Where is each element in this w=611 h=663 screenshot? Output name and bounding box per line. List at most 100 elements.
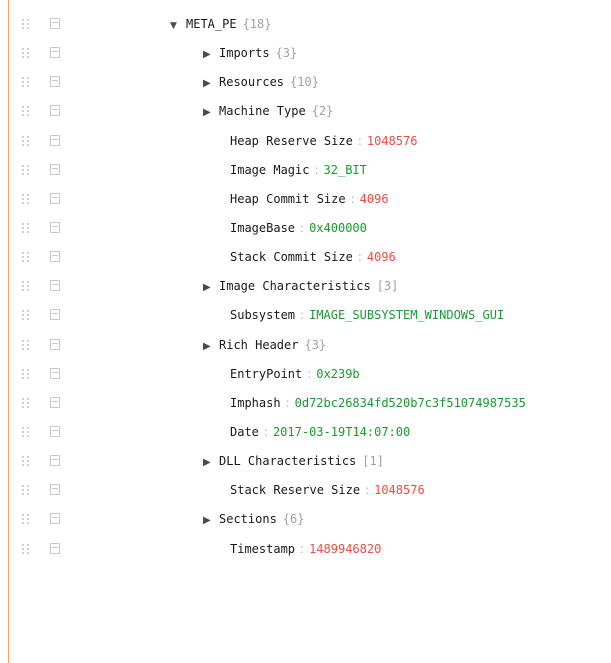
tree-row: EntryPoint:0x239b bbox=[0, 360, 611, 389]
key-value-separator: : bbox=[307, 366, 312, 381]
node-value-string[interactable]: 0x400000 bbox=[309, 221, 367, 235]
drag-handle-icon[interactable] bbox=[22, 222, 32, 234]
drag-handle-icon[interactable] bbox=[22, 543, 32, 555]
node-count: [3] bbox=[376, 279, 399, 294]
tree-node-leaf: ImageBase:0x400000 bbox=[230, 214, 367, 243]
tree-node-branch: ▶ Machine Type {2} bbox=[203, 97, 333, 126]
context-menu-icon[interactable] bbox=[50, 309, 60, 321]
drag-handle-icon[interactable] bbox=[22, 281, 32, 292]
triangle-right-icon[interactable]: ▶ bbox=[203, 98, 219, 127]
drag-handle-icon[interactable] bbox=[22, 339, 32, 351]
drag-handle-icon[interactable] bbox=[22, 252, 32, 263]
context-menu-icon[interactable] bbox=[50, 425, 60, 437]
drag-handle-icon[interactable] bbox=[22, 135, 32, 147]
tree-node-branch: ▶ Imports {3} bbox=[203, 39, 297, 68]
key-value-separator: : bbox=[365, 483, 370, 498]
tree-node-leaf: Date:2017-03-19T14:07:00 bbox=[230, 418, 410, 447]
json-tree-view: ▼ META_PE {18} ▶ Imports {3} ▶ Resources {10} ▶ M… bbox=[0, 10, 611, 564]
drag-handle-icon[interactable] bbox=[22, 368, 32, 380]
tree-row: ▶ DLL Characteristics [1] bbox=[0, 447, 611, 476]
context-menu-icon[interactable] bbox=[50, 105, 60, 117]
node-key: Timestamp bbox=[230, 541, 296, 556]
triangle-right-icon[interactable]: ▶ bbox=[203, 273, 219, 302]
node-value-number[interactable]: 4096 bbox=[360, 192, 389, 206]
node-count: {6} bbox=[282, 512, 305, 527]
node-value-number[interactable]: 4096 bbox=[367, 250, 396, 264]
context-menu-icon[interactable] bbox=[50, 338, 60, 350]
drag-handle-icon[interactable] bbox=[22, 397, 32, 409]
key-value-separator: : bbox=[350, 191, 355, 206]
key-value-separator: : bbox=[300, 308, 305, 323]
node-value-string[interactable]: IMAGE_SUBSYSTEM_WINDOWS_GUI bbox=[309, 308, 504, 322]
context-menu-icon[interactable] bbox=[50, 192, 60, 204]
node-key: EntryPoint bbox=[230, 366, 303, 381]
drag-handle-icon[interactable] bbox=[22, 48, 32, 59]
tree-row: ImageBase:0x400000 bbox=[0, 214, 611, 243]
node-count: {3} bbox=[275, 46, 298, 61]
node-key: Imports bbox=[219, 46, 270, 61]
tree-node-leaf: Imphash:0d72bc26834fd520b7c3f51074987535 bbox=[230, 389, 526, 418]
drag-handle-icon[interactable] bbox=[22, 456, 32, 467]
context-menu-icon[interactable] bbox=[50, 542, 60, 554]
node-key: Rich Header bbox=[219, 337, 299, 352]
tree-node-leaf: Stack Reserve Size:1048576 bbox=[230, 476, 425, 505]
tree-row: ▶ Sections {6} bbox=[0, 505, 611, 534]
context-menu-icon[interactable] bbox=[50, 18, 60, 29]
node-value-number[interactable]: 1048576 bbox=[374, 483, 425, 497]
tree-row: Imphash:0d72bc26834fd520b7c3f51074987535 bbox=[0, 389, 611, 418]
context-menu-icon[interactable] bbox=[50, 367, 60, 379]
tree-row: Stack Reserve Size:1048576 bbox=[0, 476, 611, 505]
context-menu-icon[interactable] bbox=[50, 76, 60, 88]
node-count: {18} bbox=[242, 17, 272, 31]
node-value-number[interactable]: 1489946820 bbox=[309, 542, 381, 556]
drag-handle-icon[interactable] bbox=[22, 485, 32, 496]
tree-row: Heap Commit Size:4096 bbox=[0, 185, 611, 214]
drag-handle-icon[interactable] bbox=[22, 106, 32, 117]
context-menu-icon[interactable] bbox=[50, 484, 60, 496]
node-value-number[interactable]: 1048576 bbox=[367, 134, 418, 148]
context-menu-icon[interactable] bbox=[50, 455, 60, 467]
node-value-string[interactable]: 32_BIT bbox=[324, 163, 367, 177]
drag-handle-icon[interactable] bbox=[22, 19, 32, 30]
context-menu-icon[interactable] bbox=[50, 163, 60, 175]
tree-node-leaf: Subsystem: IMAGE_SUBSYSTEM_WINDOWS_GUI bbox=[230, 301, 504, 330]
triangle-right-icon[interactable]: ▶ bbox=[203, 332, 219, 361]
node-key: META_PE bbox=[186, 17, 237, 31]
tree-row: Image Magic:32_BIT bbox=[0, 156, 611, 185]
triangle-right-icon[interactable]: ▶ bbox=[203, 69, 219, 98]
triangle-right-icon[interactable]: ▶ bbox=[203, 448, 219, 477]
node-key: Imphash bbox=[230, 395, 281, 410]
drag-handle-icon[interactable] bbox=[22, 426, 32, 438]
tree-node-leaf: Timestamp:1489946820 bbox=[230, 535, 381, 564]
context-menu-icon[interactable] bbox=[50, 47, 60, 59]
triangle-right-icon[interactable]: ▶ bbox=[203, 40, 219, 69]
tree-row: ▶ Resources {10} bbox=[0, 68, 611, 97]
tree-row: Subsystem: IMAGE_SUBSYSTEM_WINDOWS_GUI bbox=[0, 301, 611, 330]
key-value-separator: : bbox=[300, 541, 305, 556]
drag-handle-icon[interactable] bbox=[22, 514, 32, 525]
tree-node-root: ▼ META_PE {18} bbox=[170, 10, 271, 39]
tree-node-branch: ▶ DLL Characteristics [1] bbox=[203, 447, 384, 476]
tree-node-leaf: Heap Reserve Size:1048576 bbox=[230, 127, 417, 156]
tree-node-leaf: Stack Commit Size:4096 bbox=[230, 243, 396, 272]
node-value-string[interactable]: 0x239b bbox=[316, 367, 359, 381]
key-value-separator: : bbox=[357, 250, 362, 265]
tree-row: Date:2017-03-19T14:07:00 bbox=[0, 418, 611, 447]
drag-handle-icon[interactable] bbox=[22, 310, 32, 321]
node-value-string[interactable]: 2017-03-19T14:07:00 bbox=[273, 425, 410, 439]
drag-handle-icon[interactable] bbox=[22, 164, 32, 176]
context-menu-icon[interactable] bbox=[50, 134, 60, 146]
context-menu-icon[interactable] bbox=[50, 221, 60, 233]
context-menu-icon[interactable] bbox=[50, 513, 60, 525]
triangle-right-icon[interactable]: ▶ bbox=[203, 506, 219, 535]
node-key: Stack Commit Size bbox=[230, 250, 353, 265]
context-menu-icon[interactable] bbox=[50, 280, 60, 292]
context-menu-icon[interactable] bbox=[50, 396, 60, 408]
drag-handle-icon[interactable] bbox=[22, 77, 32, 88]
triangle-down-icon[interactable]: ▼ bbox=[170, 12, 186, 41]
node-key: Resources bbox=[219, 75, 285, 90]
node-key: Date bbox=[230, 424, 259, 439]
node-value-string[interactable]: 0d72bc26834fd520b7c3f51074987535 bbox=[295, 396, 526, 410]
drag-handle-icon[interactable] bbox=[22, 193, 32, 205]
context-menu-icon[interactable] bbox=[50, 251, 60, 263]
